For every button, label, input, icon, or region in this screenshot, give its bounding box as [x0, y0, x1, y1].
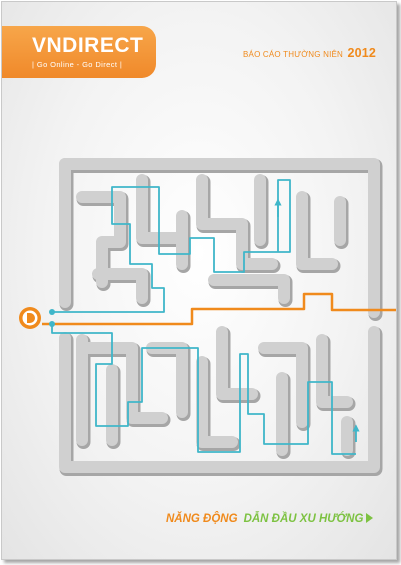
cover-tagline: NĂNG ĐỘNG DẪN ĐẦU XU HƯỚNG: [166, 513, 374, 525]
orange-route: [42, 292, 396, 326]
play-arrow-icon: [366, 513, 374, 523]
d-logo-icon: [19, 307, 41, 329]
tagline-part-2: DẪN ĐẦU XU HƯỚNG: [243, 513, 364, 525]
report-cover: VNDIRECT | Go Online - Go Direct | BÁO C…: [1, 1, 397, 560]
route-dot: [49, 321, 55, 327]
tagline-part-1: NĂNG ĐỘNG: [166, 513, 238, 525]
route-dot: [49, 309, 55, 315]
maze-illustration: [19, 158, 396, 476]
